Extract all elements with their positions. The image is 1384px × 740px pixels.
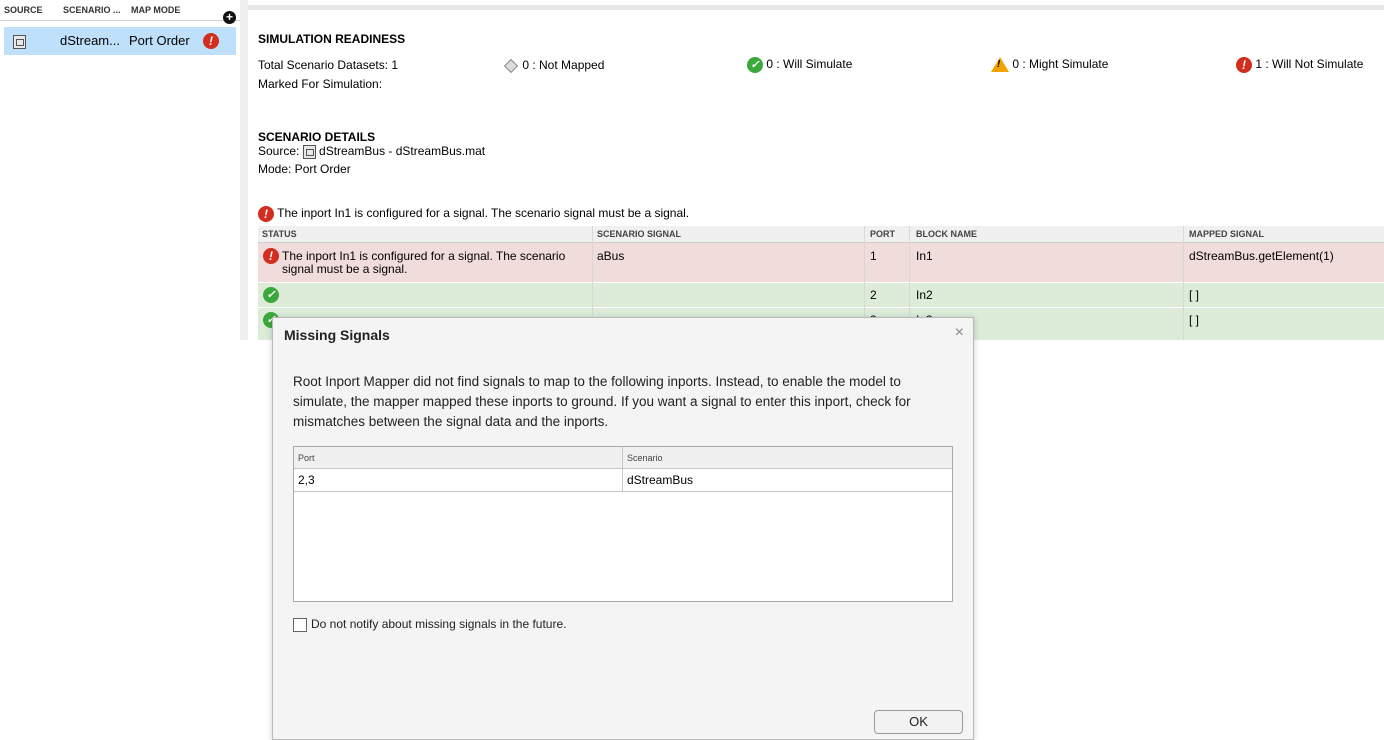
warning-icon: ! xyxy=(991,57,1009,73)
check-icon: ✓ xyxy=(747,57,763,73)
missing-ports-grid: Port Scenario 2,3 dStreamBus xyxy=(293,446,953,602)
checkbox-box[interactable] xyxy=(293,617,307,632)
grid-col-scenario[interactable]: Scenario xyxy=(627,453,663,463)
table-row[interactable]: ✓ 2 In2 [ ] xyxy=(258,283,1384,308)
close-icon[interactable]: × xyxy=(955,324,964,342)
not-mapped-label: 0 : Not Mapped xyxy=(522,58,605,72)
details-mode: Mode: Port Order xyxy=(258,162,351,176)
scenario-list-panel: SOURCE SCENARIO ... MAP MODE + dStream..… xyxy=(0,0,241,340)
mat-file-icon xyxy=(13,33,26,49)
error-icon: ! xyxy=(1236,57,1252,73)
will-not-simulate-status: ! 1 : Will Not Simulate xyxy=(1236,57,1363,73)
column-divider xyxy=(1183,226,1184,340)
mat-file-icon xyxy=(302,144,316,159)
dialog-message-line: simulate, the mapper mapped these inport… xyxy=(293,394,911,409)
do-not-notify-checkbox[interactable]: Do not notify about missing signals in t… xyxy=(293,617,566,632)
map-mode-value: Port Order xyxy=(129,33,190,48)
grid-col-port[interactable]: Port xyxy=(298,453,315,463)
row-mapped: [ ] xyxy=(1189,288,1200,302)
scenario-row[interactable]: dStream... Port Order ! xyxy=(4,27,236,55)
col-mapped-signal[interactable]: MAPPED SIGNAL xyxy=(1189,229,1264,239)
error-banner-text: The inport In1 is configured for a signa… xyxy=(277,206,690,221)
top-divider xyxy=(248,5,1384,10)
will-simulate-status: ✓ 0 : Will Simulate xyxy=(747,57,852,73)
source-label: Source: xyxy=(258,144,300,158)
error-icon: ! xyxy=(263,248,279,264)
dialog-title: Missing Signals xyxy=(284,327,390,343)
row-port: 1 xyxy=(870,249,877,263)
grid-scenario-value: dStreamBus xyxy=(627,473,694,487)
row-signal: aBus xyxy=(597,249,625,263)
col-port[interactable]: PORT xyxy=(870,229,895,239)
col-scenario[interactable]: SCENARIO ... xyxy=(63,5,121,15)
will-simulate-label: 0 : Will Simulate xyxy=(766,57,853,72)
grid-port-value: 2,3 xyxy=(298,473,315,487)
splitter[interactable] xyxy=(240,0,248,340)
ok-button[interactable]: OK xyxy=(874,710,963,734)
dialog-message-line: mismatches between the signal data and t… xyxy=(293,414,609,429)
grid-header: Port Scenario xyxy=(294,447,952,469)
row-status-line-2: signal must be a signal. xyxy=(282,262,408,276)
total-datasets: Total Scenario Datasets: 1 xyxy=(258,58,399,72)
row-port: 2 xyxy=(870,288,877,302)
readiness-heading: SIMULATION READINESS xyxy=(258,32,406,46)
col-status[interactable]: STATUS xyxy=(262,229,297,239)
col-scenario-signal[interactable]: SCENARIO SIGNAL xyxy=(597,229,681,239)
grid-row[interactable]: 2,3 dStreamBus xyxy=(294,469,952,492)
table-header: STATUS SCENARIO SIGNAL PORT BLOCK NAME M… xyxy=(258,226,1384,243)
will-not-simulate-label: 1 : Will Not Simulate xyxy=(1255,57,1364,72)
error-icon: ! xyxy=(258,206,274,222)
row-block: In2 xyxy=(916,288,933,302)
error-icon: ! xyxy=(203,32,219,49)
col-block-name[interactable]: BLOCK NAME xyxy=(916,229,977,239)
row-status-line-1: The inport In1 is configured for a signa… xyxy=(282,249,566,263)
scenario-name: dStream... xyxy=(60,33,120,48)
dialog-message-line: Root Inport Mapper did not find signals … xyxy=(293,374,901,389)
col-map-mode[interactable]: MAP MODE xyxy=(131,5,180,15)
might-simulate-label: 0 : Might Simulate xyxy=(1012,57,1109,71)
missing-signals-dialog: Missing Signals × Root Inport Mapper did… xyxy=(272,317,974,740)
not-mapped-status: 0 : Not Mapped xyxy=(503,58,605,73)
details-source: Source: dStreamBus - dStreamBus.mat xyxy=(258,144,485,159)
row-block: In1 xyxy=(916,249,933,263)
checkbox-label: Do not notify about missing signals in t… xyxy=(311,617,567,631)
might-simulate-status: ! 0 : Might Simulate xyxy=(991,57,1109,73)
table-row[interactable]: ! The inport In1 is configured for a sig… xyxy=(258,243,1384,283)
col-source[interactable]: SOURCE xyxy=(4,5,43,15)
row-mapped: [ ] xyxy=(1189,313,1200,327)
add-icon[interactable]: + xyxy=(223,11,236,24)
details-heading: SCENARIO DETAILS xyxy=(258,130,376,144)
scenario-list-header: SOURCE SCENARIO ... MAP MODE xyxy=(0,0,240,21)
error-banner: ! The inport In1 is configured for a sig… xyxy=(258,206,689,222)
check-icon: ✓ xyxy=(263,287,279,303)
not-mapped-icon xyxy=(503,58,519,73)
source-value: dStreamBus - dStreamBus.mat xyxy=(319,144,486,158)
row-mapped: dStreamBus.getElement(1) xyxy=(1189,249,1334,263)
dialog-message: Root Inport Mapper did not find signals … xyxy=(293,372,933,432)
grid-divider xyxy=(622,447,623,491)
marked-for-simulation: Marked For Simulation: xyxy=(258,77,383,91)
